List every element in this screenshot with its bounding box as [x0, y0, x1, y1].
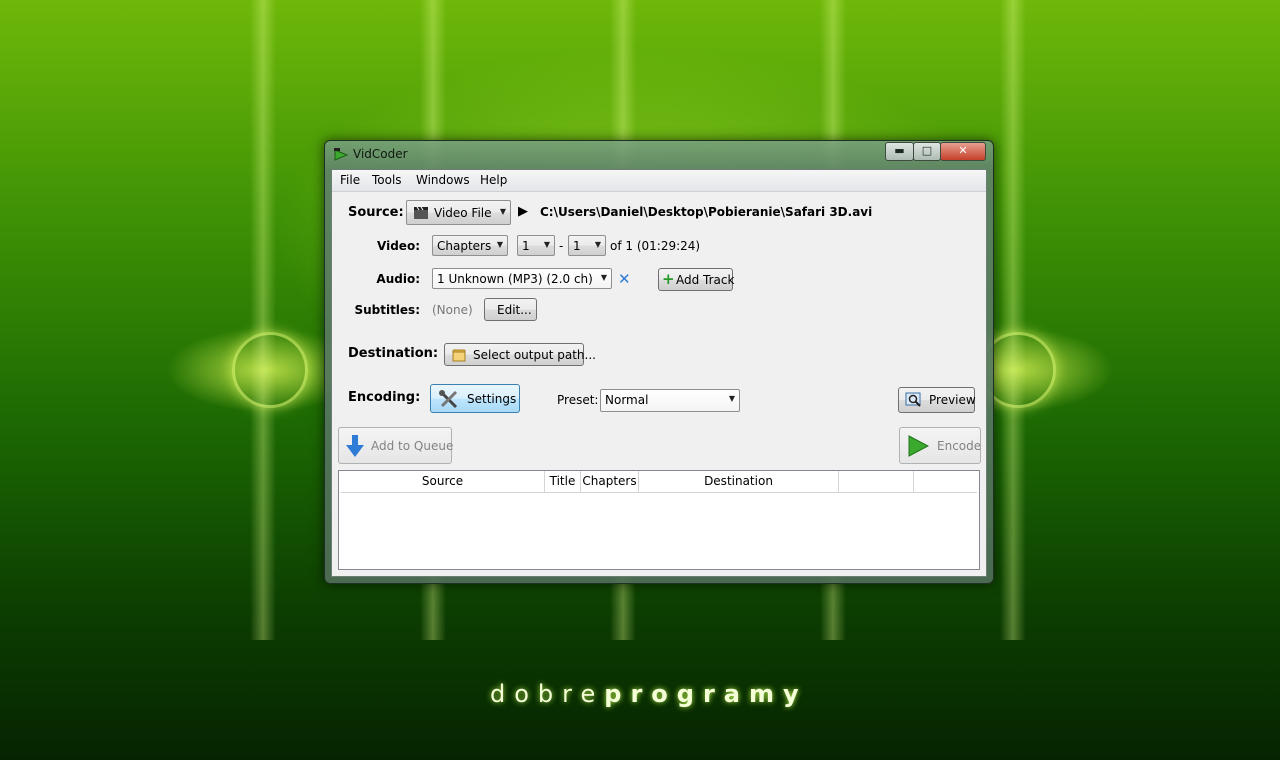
add-track-button[interactable]: + Add Track — [658, 268, 735, 291]
vidcoder-window: VidCoder ▬ □ ✕ File Tools Windows Help S… — [324, 140, 994, 584]
menu-help[interactable]: Help — [480, 173, 507, 187]
tools-icon — [439, 390, 458, 409]
chevron-down-icon: ▼ — [728, 394, 735, 403]
title-bar[interactable]: VidCoder ▬ □ ✕ — [325, 141, 993, 167]
video-label: Video: — [377, 239, 420, 253]
queue-col-extra[interactable] — [914, 471, 977, 492]
close-button[interactable]: ✕ — [940, 142, 986, 161]
bg-light-stripe — [250, 0, 276, 640]
queue-col-progress[interactable] — [839, 471, 914, 492]
preview-button[interactable]: Preview — [898, 387, 976, 413]
queue-col-chapters[interactable]: Chapters — [581, 471, 639, 492]
preset-label: Preset: — [557, 393, 599, 407]
chevron-down-icon: ▼ — [496, 240, 503, 249]
chapter-end-value: 1 — [573, 239, 581, 253]
minimize-button[interactable]: ▬ — [885, 142, 914, 161]
audio-track-dropdown[interactable]: 1 Unknown (MP3) (2.0 ch) ▼ — [432, 268, 612, 289]
source-type-value: Video File — [434, 206, 492, 220]
chevron-down-icon: ▼ — [600, 273, 607, 282]
chapter-start-dropdown[interactable]: 1 ▼ — [517, 235, 555, 256]
x-remove-icon[interactable]: ✕ — [618, 270, 631, 288]
chevron-down-icon: ▼ — [543, 240, 550, 249]
vidcoder-clapper-icon — [334, 148, 349, 161]
subtitles-value: (None) — [432, 303, 473, 317]
bg-glow-ring — [232, 332, 308, 408]
minimize-glyph: ▬ — [894, 144, 905, 157]
audio-label: Audio: — [376, 272, 420, 286]
menu-windows[interactable]: Windows — [416, 173, 470, 187]
select-output-path-button[interactable]: Select output path... — [444, 343, 596, 366]
chapter-start-value: 1 — [522, 239, 530, 253]
encode-queue-list[interactable]: Source Title Chapters Destination — [338, 470, 980, 570]
menu-bar: File Tools Windows Help — [332, 170, 986, 192]
encoding-label: Encoding: — [348, 390, 421, 405]
queue-col-source[interactable]: Source — [341, 471, 545, 492]
window-client-area: File Tools Windows Help Source: Video Fi… — [331, 169, 987, 577]
subtitles-label: Subtitles: — [354, 303, 420, 317]
video-range-type-dropdown[interactable]: Chapters ▼ — [432, 235, 508, 256]
subtitles-edit-button[interactable]: Edit... — [484, 298, 537, 321]
audio-track-value: 1 Unknown (MP3) (2.0 ch) — [437, 272, 593, 286]
menu-file[interactable]: File — [340, 173, 360, 187]
preset-value: Normal — [605, 393, 649, 407]
play-arrow-icon[interactable]: ▶ — [518, 204, 528, 219]
queue-col-title[interactable]: Title — [545, 471, 581, 492]
encode-label: Encode — [937, 439, 982, 453]
preview-label: Preview — [929, 393, 976, 407]
brand-logo-bold: programy — [604, 680, 808, 708]
add-to-queue-button[interactable]: Add to Queue — [338, 427, 454, 464]
down-arrow-icon — [346, 435, 364, 457]
add-track-label: Add Track — [676, 273, 735, 287]
chapter-range-separator: - — [559, 239, 564, 253]
encoding-settings-button[interactable]: Settings — [430, 384, 520, 413]
brand-logo-light: dobre — [490, 680, 605, 708]
source-label: Source: — [348, 205, 404, 220]
window-title: VidCoder — [353, 147, 408, 161]
queue-col-destination[interactable]: Destination — [639, 471, 839, 492]
source-path: C:\Users\Daniel\Desktop\Pobieranie\Safar… — [540, 205, 873, 219]
video-duration-text: of 1 (01:29:24) — [610, 239, 701, 253]
plus-icon: + — [662, 270, 675, 288]
video-range-type-value: Chapters — [437, 239, 492, 253]
folder-icon — [452, 349, 466, 362]
chapter-end-dropdown[interactable]: 1 ▼ — [568, 235, 606, 256]
select-output-path-label: Select output path... — [473, 348, 596, 362]
encoding-settings-label: Settings — [467, 392, 517, 406]
encode-button[interactable]: Encode — [899, 427, 981, 464]
destination-label: Destination: — [348, 346, 439, 361]
menu-tools[interactable]: Tools — [372, 173, 402, 187]
source-type-dropdown[interactable]: Video File ▼ — [406, 200, 511, 225]
magnifier-preview-icon — [905, 392, 921, 407]
preset-dropdown[interactable]: Normal ▼ — [600, 389, 740, 412]
add-to-queue-label: Add to Queue — [371, 439, 454, 453]
close-icon: ✕ — [958, 144, 968, 157]
queue-header-divider — [341, 492, 977, 493]
film-clapper-icon — [414, 206, 428, 219]
maximize-glyph: □ — [921, 144, 933, 157]
subtitles-edit-label: Edit... — [497, 303, 532, 317]
brand-logo: dobreprogramy — [490, 680, 799, 710]
chevron-down-icon: ▼ — [499, 207, 506, 216]
play-icon — [908, 435, 930, 457]
bg-light-stripe — [1000, 0, 1026, 640]
chevron-down-icon: ▼ — [594, 240, 601, 249]
maximize-button[interactable]: □ — [913, 142, 941, 161]
